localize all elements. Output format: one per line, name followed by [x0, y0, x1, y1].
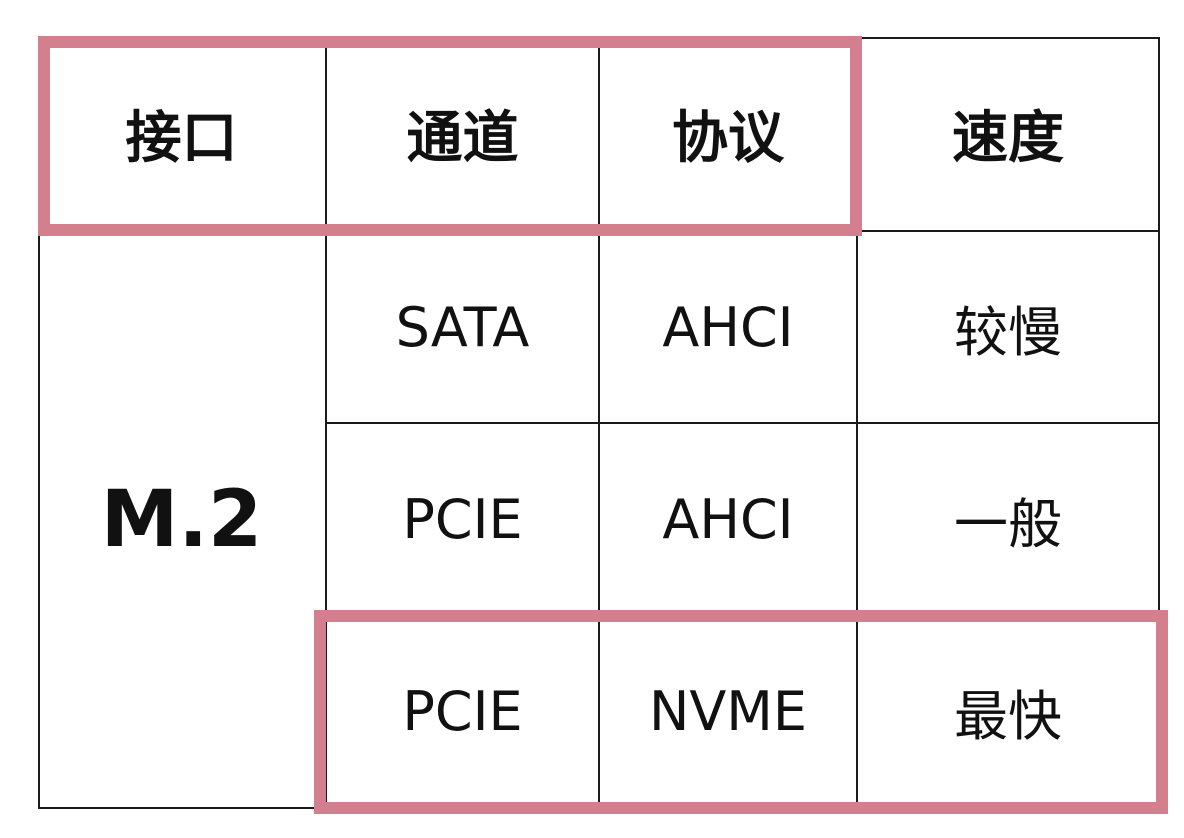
comparison-table: 接口 通道 协议 速度 M.2 SATA AHCI 较慢 PCIE AHCI 一… — [0, 0, 1184, 838]
header-speed-label: 速度 — [952, 106, 1064, 171]
row3-speed-cell: 最快 — [858, 616, 1160, 809]
interface-cell: M.2 — [38, 232, 327, 809]
row2-protocol-cell: AHCI — [600, 424, 858, 616]
header-channel-label: 通道 — [406, 106, 519, 171]
row3-speed: 最快 — [954, 685, 1062, 748]
interface-value: M.2 — [100, 474, 263, 565]
header-protocol-label: 协议 — [672, 106, 784, 171]
header-channel: 通道 — [327, 37, 600, 232]
row1-protocol: AHCI — [662, 295, 794, 359]
row1-protocol-cell: AHCI — [600, 232, 858, 424]
row2-protocol: AHCI — [662, 487, 794, 551]
row1-speed-cell: 较慢 — [858, 232, 1160, 424]
row3-protocol: NVME — [648, 680, 808, 743]
header-speed: 速度 — [858, 37, 1160, 232]
header-protocol: 协议 — [600, 37, 858, 232]
row2-channel-cell: PCIE — [327, 424, 600, 616]
row3-protocol-cell: NVME — [600, 616, 858, 809]
row1-speed: 较慢 — [954, 300, 1062, 364]
row2-speed-cell: 一般 — [858, 424, 1160, 616]
row1-channel: SATA — [395, 295, 530, 359]
header-interface-label: 接口 — [125, 106, 238, 171]
row2-speed: 一般 — [954, 492, 1062, 556]
row3-channel: PCIE — [402, 680, 523, 743]
row1-channel-cell: SATA — [327, 232, 600, 424]
row3-channel-cell: PCIE — [327, 616, 600, 809]
header-interface: 接口 — [38, 37, 327, 232]
row2-channel: PCIE — [402, 487, 523, 551]
